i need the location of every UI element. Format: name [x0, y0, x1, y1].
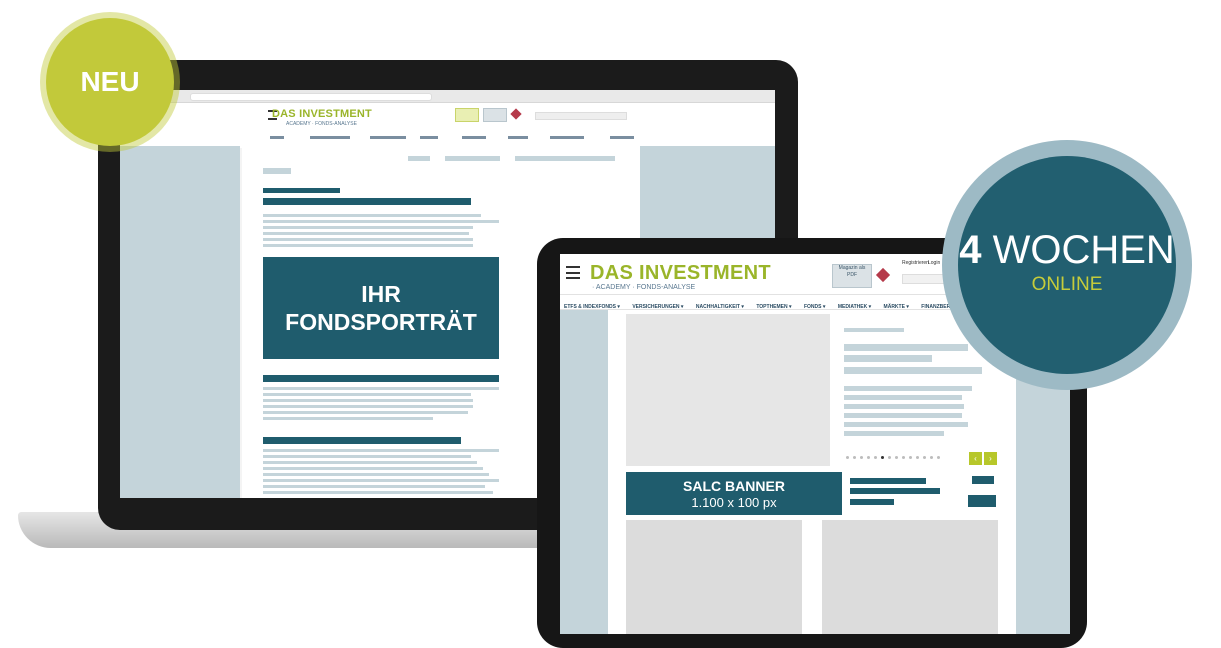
magazine-pdf-button[interactable]: Magazin als PDF [832, 264, 872, 288]
site-header [120, 103, 775, 148]
site-logo-subtitle: ACADEMY · FONDS-ANALYSE [286, 121, 357, 127]
slider-dot[interactable] [874, 456, 877, 459]
text-line [263, 455, 471, 458]
slider-dot[interactable] [916, 456, 919, 459]
text-line [263, 393, 471, 396]
slider-prev-button[interactable]: ‹ [969, 452, 982, 465]
text-line [263, 232, 469, 235]
search-input[interactable] [535, 112, 627, 120]
text-line [263, 214, 481, 217]
text-line [263, 238, 473, 241]
article-kicker [263, 188, 340, 193]
text-line [844, 404, 964, 409]
site-logo-subtitle: · ACADEMY · FONDS-ANALYSE [592, 284, 696, 291]
nav-item[interactable]: FONDS ▾ [804, 304, 825, 309]
address-bar[interactable] [190, 93, 432, 101]
text-line [263, 479, 499, 482]
nav-item[interactable]: VERSICHERUNGEN ▾ [632, 304, 683, 309]
slider-image[interactable] [626, 314, 830, 466]
text-line [844, 413, 962, 418]
login-link[interactable]: Login [928, 260, 940, 266]
nav-item[interactable]: TOPTHEMEN ▾ [756, 304, 791, 309]
article-headline [844, 344, 968, 351]
teaser-line [850, 488, 940, 494]
article-headline [263, 198, 471, 205]
article-kicker [844, 328, 904, 332]
slider-dot[interactable] [909, 456, 912, 459]
text-line [263, 405, 473, 408]
weeks-label: WOCHEN [992, 228, 1175, 272]
slider-dot[interactable] [895, 456, 898, 459]
text-line [263, 220, 499, 223]
site-logo[interactable]: DAS INVESTMENT [590, 262, 771, 285]
hero-line-1: IHR [361, 281, 401, 307]
slider-dot[interactable] [860, 456, 863, 459]
banner-title: SALC BANNER [683, 478, 785, 494]
slider-dot[interactable] [846, 456, 849, 459]
teaser-button[interactable] [968, 495, 996, 507]
duration-badge: 4 WOCHEN ONLINE [958, 156, 1176, 374]
slider-dot[interactable] [867, 456, 870, 459]
slider-dot[interactable] [853, 456, 856, 459]
slider-dot[interactable] [937, 456, 940, 459]
text-line [263, 387, 499, 390]
online-label: ONLINE [1031, 274, 1103, 295]
text-line [263, 467, 483, 470]
text-line [844, 422, 968, 427]
partner-logo-icon [875, 267, 891, 283]
text-line [263, 417, 433, 420]
hero-line-2: FONDSPORTRÄT [285, 309, 477, 335]
salc-banner[interactable]: SALC BANNER 1.100 x 100 px [626, 472, 842, 515]
site-logo[interactable]: DAS INVESTMENT [272, 108, 372, 120]
section-heading [263, 437, 461, 444]
teaser-card[interactable] [822, 520, 998, 634]
nav-item[interactable]: MÄRKTE ▾ [884, 304, 909, 309]
text-line [263, 473, 489, 476]
text-line [844, 431, 944, 436]
register-link[interactable]: Registrieren [902, 260, 929, 266]
text-line [263, 244, 473, 247]
slider-dot[interactable] [888, 456, 891, 459]
text-line [844, 395, 962, 400]
breadcrumb[interactable] [408, 156, 430, 161]
text-line [263, 399, 473, 402]
text-line [263, 226, 473, 229]
slider-dot-active[interactable] [881, 456, 884, 459]
text-line [263, 461, 477, 464]
banner-size: 1.100 x 100 px [691, 495, 777, 510]
teaser-card[interactable] [626, 520, 802, 634]
slider-next-button[interactable]: › [984, 452, 997, 465]
breadcrumb[interactable] [515, 156, 615, 161]
header-button[interactable] [455, 108, 479, 122]
text-line [263, 491, 493, 494]
browser-toolbar [120, 90, 775, 103]
nav-item[interactable]: MEDIATHEK ▾ [838, 304, 871, 309]
teaser-button[interactable] [972, 476, 994, 484]
header-button[interactable] [483, 108, 507, 122]
slider-dot[interactable] [930, 456, 933, 459]
main-navigation [270, 136, 720, 139]
breadcrumb[interactable] [445, 156, 500, 161]
new-badge: NEU [46, 18, 174, 146]
left-ad-column [120, 146, 240, 498]
section-heading [263, 375, 499, 382]
nav-item[interactable]: NACHHALTIGKEIT ▾ [696, 304, 744, 309]
text-line [263, 411, 468, 414]
weeks-number: 4 [959, 228, 982, 272]
teaser-line [850, 499, 894, 505]
text-line [263, 485, 485, 488]
hamburger-menu-icon[interactable] [566, 266, 580, 279]
article-headline [844, 355, 932, 362]
slider-dot[interactable] [923, 456, 926, 459]
article-headline [844, 367, 982, 374]
fund-portrait-hero: IHR FONDSPORTRÄT [263, 257, 499, 359]
teaser-line [850, 478, 926, 484]
left-ad-column [560, 310, 608, 634]
slider-dot[interactable] [902, 456, 905, 459]
category-tag [263, 168, 291, 174]
text-line [844, 386, 972, 391]
text-line [263, 449, 499, 452]
